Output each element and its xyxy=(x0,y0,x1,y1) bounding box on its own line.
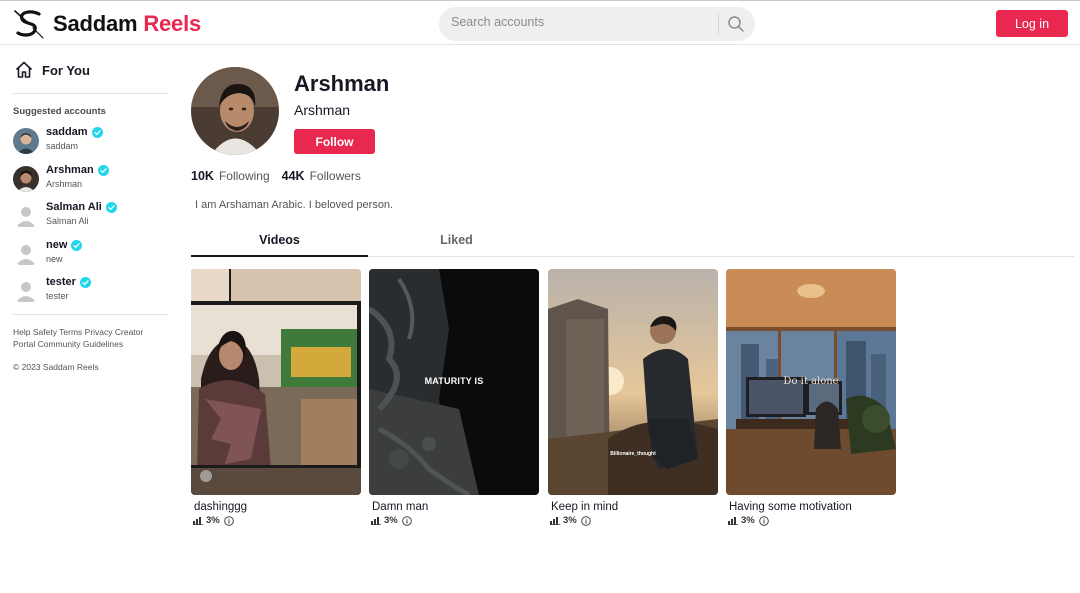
avatar xyxy=(13,240,39,267)
video-stat-value: 3% xyxy=(206,515,220,526)
sidebar-divider xyxy=(13,93,169,94)
account-handle: new xyxy=(46,253,63,264)
profile-avatar xyxy=(191,67,279,155)
verified-badge-icon xyxy=(97,164,109,176)
brand-name: Saddam Reels xyxy=(53,11,201,37)
video-stats: 3% xyxy=(728,515,896,526)
for-you-label: For You xyxy=(42,62,90,78)
sidebar-item-for-you[interactable]: For You xyxy=(13,58,169,82)
avatar xyxy=(13,278,39,304)
account-item-arshman[interactable]: Arshman Arshman xyxy=(13,164,169,202)
verified-badge-icon xyxy=(71,239,83,251)
search-input[interactable] xyxy=(451,15,711,29)
following-label[interactable]: Following xyxy=(219,169,270,183)
following-count: 10K xyxy=(191,169,214,183)
video-overlay-text: Billionaire_thought xyxy=(610,451,656,457)
profile-name: Arshman xyxy=(294,71,390,96)
footer-links[interactable]: Help Safety Terms Privacy Creator Portal… xyxy=(13,326,163,350)
suggested-accounts-title: Suggested accounts xyxy=(13,106,106,117)
video-title: dashinggg xyxy=(194,501,248,513)
brand-logo[interactable]: Saddam Reels xyxy=(13,8,201,40)
logo-s-icon xyxy=(14,10,44,39)
search-icon[interactable] xyxy=(726,14,746,34)
account-name: tester xyxy=(46,276,76,288)
tab-liked[interactable]: Liked xyxy=(368,227,545,257)
copyright: © 2023 Saddam Reels xyxy=(13,361,99,372)
verified-badge-icon xyxy=(105,202,117,213)
account-name: Salman Ali xyxy=(46,201,102,213)
views-chart-icon xyxy=(371,517,381,525)
video-stats: 3% xyxy=(550,515,718,526)
info-icon[interactable] xyxy=(401,515,412,526)
info-icon[interactable] xyxy=(758,515,769,526)
sidebar-divider xyxy=(13,313,169,315)
info-icon[interactable] xyxy=(223,515,234,526)
views-chart-icon xyxy=(728,517,738,525)
account-item-salman-ali[interactable]: Salman Ali Salman Ali xyxy=(13,201,169,239)
views-chart-icon xyxy=(193,517,203,525)
account-handle: Arshman xyxy=(46,178,83,189)
brand-word-1: Saddam xyxy=(53,11,138,36)
login-button[interactable]: Log in xyxy=(996,10,1068,37)
brand-word-2: Reels xyxy=(143,11,202,36)
account-handle: tester xyxy=(46,291,69,301)
video-title: Damn man xyxy=(372,501,429,513)
avatar xyxy=(13,128,39,154)
account-handle: Salman Ali xyxy=(46,216,89,226)
search-divider xyxy=(718,13,719,35)
account-handle: saddam xyxy=(46,141,79,151)
suggested-accounts-list: saddam saddam Arshman Arshman Salman Ali… xyxy=(13,126,169,314)
verified-badge-icon xyxy=(91,127,103,138)
video-thumbnail[interactable] xyxy=(191,269,361,495)
video-stat-value: 3% xyxy=(741,515,755,526)
verified-badge-icon xyxy=(79,277,91,288)
profile-bio: I am Arshaman Arabic. I beloved person. xyxy=(195,199,394,211)
avatar xyxy=(13,203,39,229)
follow-button[interactable]: Follow xyxy=(294,129,375,154)
video-thumbnail[interactable]: Billionaire_thought xyxy=(548,269,718,495)
profile-handle: Arshman xyxy=(294,102,351,118)
avatar xyxy=(13,165,39,192)
video-title: Keep in mind xyxy=(551,501,619,513)
sidebar: For You Suggested accounts saddam saddam xyxy=(13,58,169,372)
video-overlay-text: MATURITY IS xyxy=(424,376,484,386)
account-name: Arshman xyxy=(46,163,94,176)
search-bar xyxy=(439,7,755,41)
video-overlay-text: Do it alone xyxy=(783,376,839,387)
account-item-tester[interactable]: tester tester xyxy=(13,276,169,314)
video-stats: 3% xyxy=(371,515,539,526)
video-stat-value: 3% xyxy=(563,515,577,526)
video-card[interactable]: MATURITY IS Damn man 3% xyxy=(369,269,539,526)
video-stats: 3% xyxy=(193,515,361,526)
video-stat-value: 3% xyxy=(384,515,398,526)
followers-label[interactable]: Followers xyxy=(310,169,361,183)
video-card[interactable]: Billionaire_thought Keep in mind 3% xyxy=(548,269,718,526)
tab-videos[interactable]: Videos xyxy=(191,227,368,257)
video-title: Having some motivation xyxy=(729,501,852,513)
account-name: saddam xyxy=(46,126,88,138)
video-card[interactable]: Do it alone Having some motivation 3% xyxy=(726,269,896,526)
account-name: new xyxy=(46,238,68,251)
home-icon xyxy=(15,61,33,78)
account-item-saddam[interactable]: saddam saddam xyxy=(13,126,169,164)
video-thumbnail[interactable]: MATURITY IS xyxy=(369,269,539,495)
profile-tabs: Videos Liked xyxy=(191,227,1074,257)
video-thumbnail[interactable]: Do it alone xyxy=(726,269,896,495)
views-chart-icon xyxy=(550,517,560,525)
profile-stats: 10K Following 44K Followers xyxy=(191,169,361,183)
followers-count: 44K xyxy=(281,169,305,183)
top-header: Saddam Reels Log in xyxy=(0,0,1080,45)
account-item-new[interactable]: new new xyxy=(13,239,169,277)
video-card[interactable]: dashinggg 3% xyxy=(191,269,361,526)
info-icon[interactable] xyxy=(580,515,591,526)
